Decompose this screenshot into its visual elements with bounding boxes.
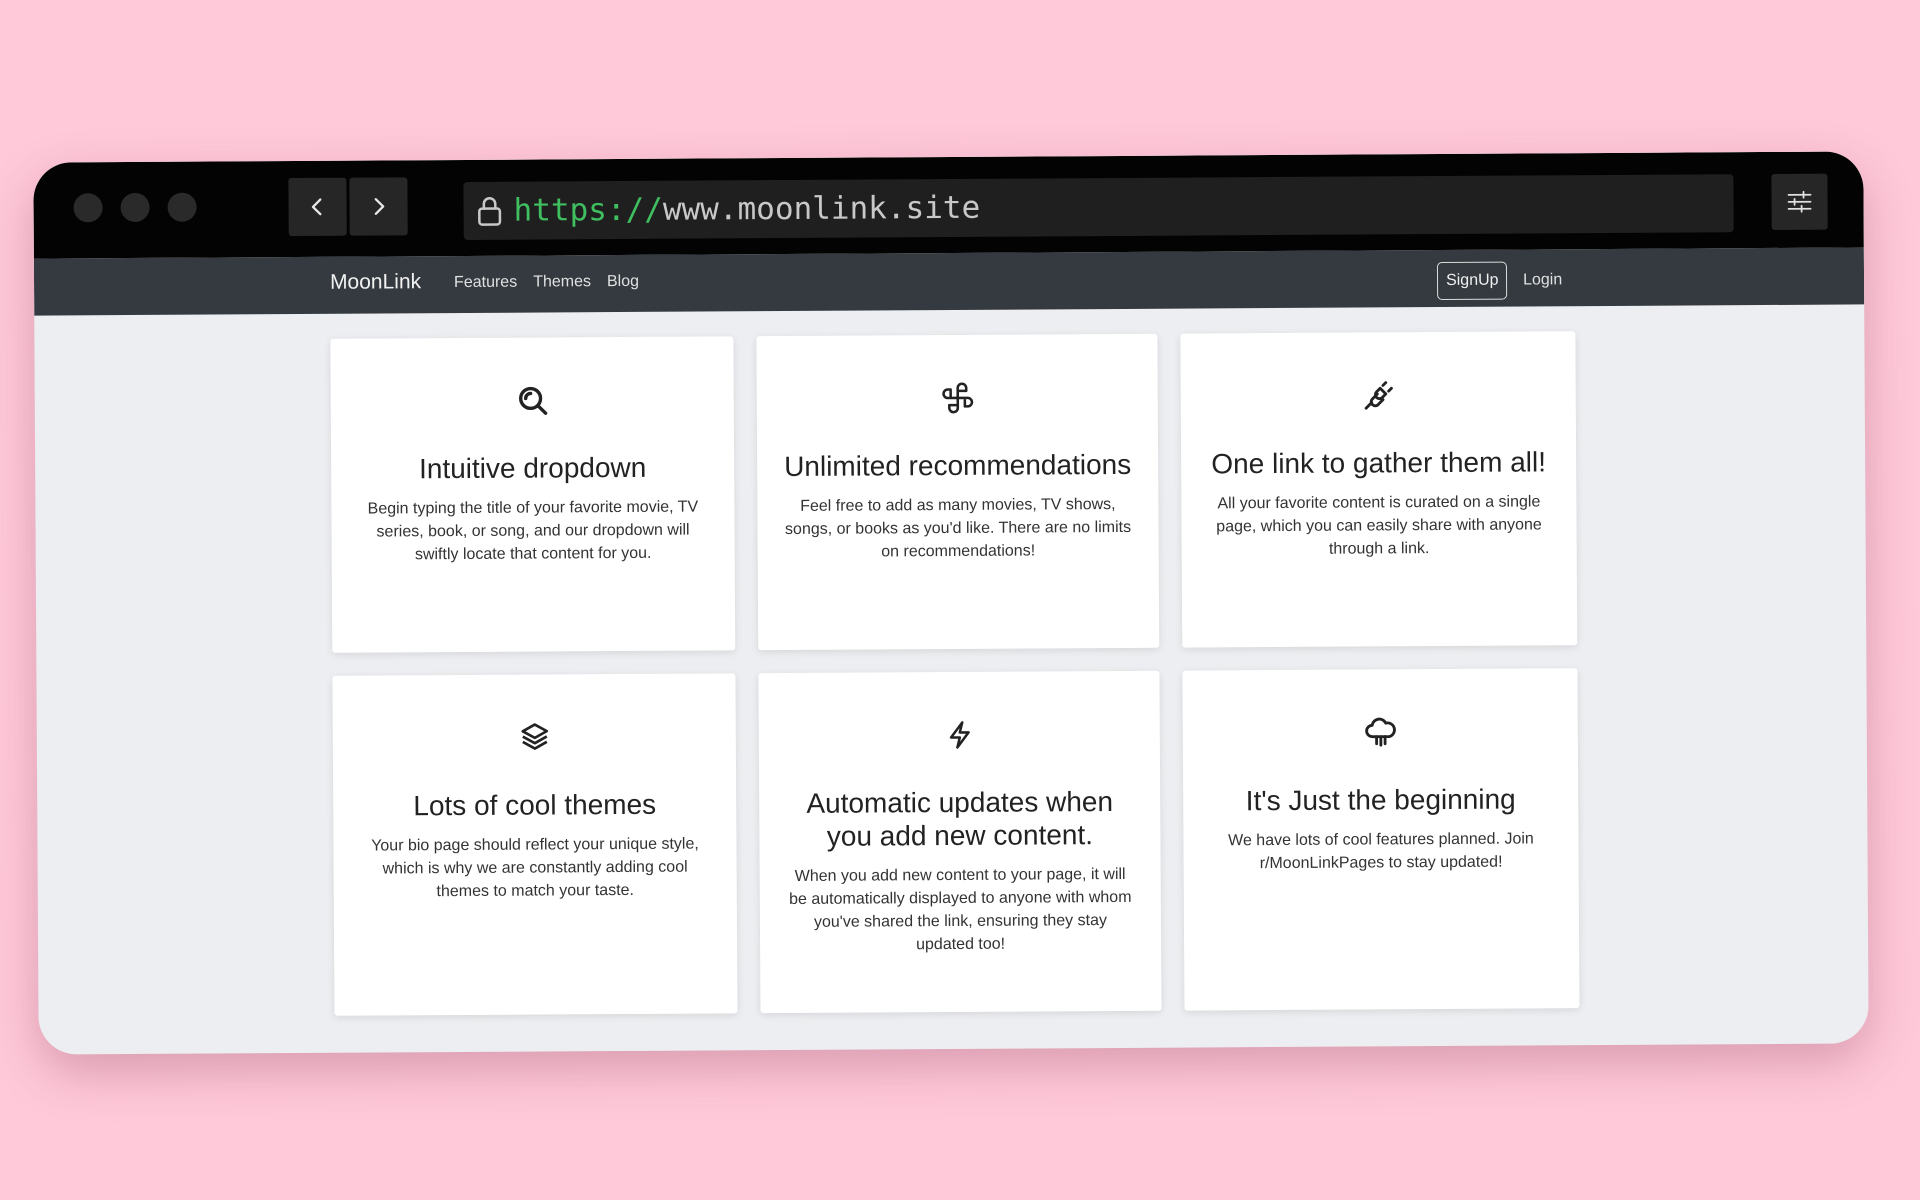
feature-card-recommendations: Unlimited recommendations Feel free to a…	[756, 333, 1160, 651]
feature-card-themes: Lots of cool themes Your bio page should…	[332, 673, 738, 1016]
brand-logo[interactable]: MoonLink	[330, 270, 421, 295]
nav-link-themes[interactable]: Themes	[533, 273, 591, 291]
address-bar[interactable]: https://www.moonlink.site	[463, 174, 1734, 240]
url-host: www.moonlink.site	[662, 189, 981, 228]
url-protocol: https://	[513, 191, 664, 229]
feature-title: It's Just the beginning	[1245, 783, 1516, 817]
sliders-icon	[1787, 190, 1812, 213]
feature-text: Your bio page should reflect your unique…	[371, 835, 699, 901]
feature-title: One link to gather them all!	[1211, 446, 1547, 480]
cloud-icon	[1364, 717, 1396, 747]
lock-icon	[475, 195, 503, 227]
maximize-window-button[interactable]	[167, 192, 197, 222]
nav-link-features[interactable]: Features	[454, 274, 517, 292]
window-controls	[73, 192, 197, 223]
history-buttons	[288, 177, 408, 237]
feature-title: Automatic updates when you add new conte…	[806, 786, 1114, 852]
feature-card-updates: Automatic updates when you add new conte…	[758, 670, 1162, 1014]
feature-card-beginning: It's Just the beginning We have lots of …	[1182, 668, 1580, 1011]
feature-title: Unlimited recommendations	[784, 448, 1132, 483]
nav-link-blog[interactable]: Blog	[607, 273, 639, 291]
minimize-window-button[interactable]	[120, 192, 150, 223]
feature-text: We have lots of cool features planned. J…	[1228, 830, 1534, 873]
nav-links: Features Themes Blog	[454, 273, 639, 292]
browser-window: https://www.moonlink.site MoonLink Featu…	[33, 151, 1869, 1055]
chevron-left-icon	[311, 198, 322, 216]
feature-text: When you add new content to your page, i…	[789, 865, 1132, 954]
signup-button[interactable]: SignUp	[1436, 261, 1508, 301]
browser-menu-button[interactable]	[1771, 173, 1828, 230]
feature-text: Feel free to add as many movies, TV show…	[784, 495, 1132, 561]
browser-chrome: https://www.moonlink.site	[33, 151, 1864, 259]
feature-card-one-link: One link to gather them all! All your fa…	[1180, 331, 1578, 648]
features-grid: Intuitive dropdown Begin typing the titl…	[330, 331, 1580, 1016]
feature-text: All your favorite content is curated on …	[1216, 493, 1542, 558]
feature-title: Lots of cool themes	[413, 788, 657, 822]
search-icon	[518, 386, 547, 415]
back-button[interactable]	[288, 177, 347, 237]
feature-card-dropdown: Intuitive dropdown Begin typing the titl…	[330, 336, 736, 653]
layers-icon	[520, 723, 548, 750]
pinwheel-icon	[941, 382, 973, 414]
chevron-right-icon	[374, 198, 385, 215]
login-link[interactable]: Login	[1523, 271, 1562, 289]
forward-button[interactable]	[349, 177, 408, 236]
feature-title: Intuitive dropdown	[418, 451, 647, 485]
lightning-icon	[949, 721, 970, 749]
plug-link-icon	[1364, 381, 1393, 410]
close-window-button[interactable]	[73, 193, 103, 223]
feature-text: Begin typing the title of your favorite …	[367, 498, 699, 564]
site-navbar: MoonLink Features Themes Blog SignUp Log…	[33, 247, 1865, 316]
